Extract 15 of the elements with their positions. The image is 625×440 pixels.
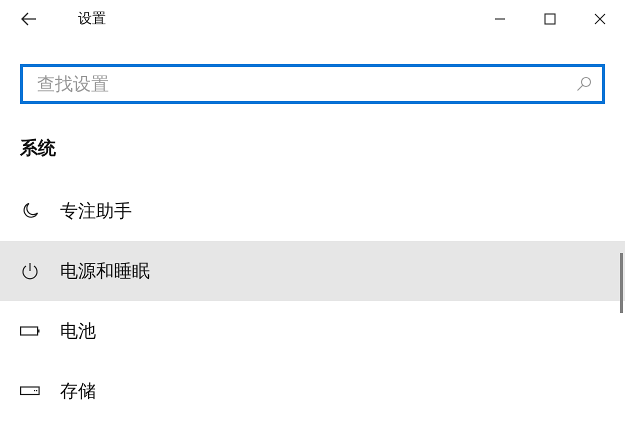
close-icon [594, 13, 606, 25]
back-arrow-icon [21, 12, 37, 26]
nav-item[interactable]: 专注助手 [0, 181, 625, 241]
search-field[interactable]: 查找设置 [20, 64, 605, 104]
nav-item[interactable]: 电池 [0, 301, 625, 361]
scrollbar[interactable] [620, 253, 623, 313]
nav-item[interactable]: 电源和睡眠 [0, 241, 625, 301]
nav-item[interactable]: 存储 [0, 361, 625, 421]
window-title: 设置 [78, 10, 106, 28]
battery-icon [20, 326, 40, 336]
drive-icon [20, 386, 40, 396]
power-icon [20, 262, 40, 280]
section-heading: 系统 [20, 137, 57, 161]
maximize-icon [544, 13, 556, 25]
search-icon [576, 76, 592, 92]
